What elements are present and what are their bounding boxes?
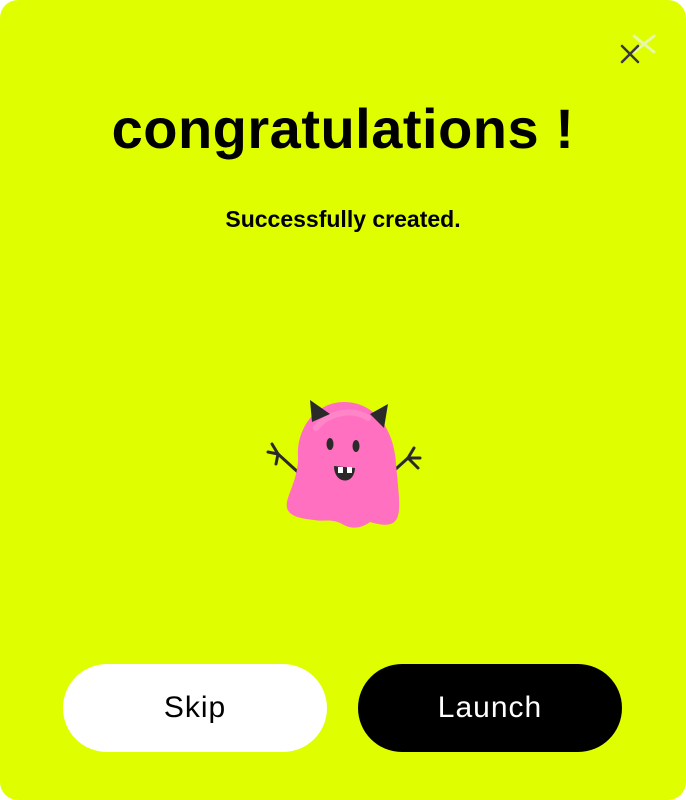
close-button[interactable]	[612, 32, 660, 80]
launch-button[interactable]: Launch	[358, 664, 622, 752]
dialog-title: congratulations !	[111, 97, 575, 160]
success-dialog: congratulations ! Successfully created. …	[0, 0, 686, 800]
close-icon	[620, 34, 656, 64]
dialog-subtitle: Successfully created.	[225, 206, 461, 232]
skip-button[interactable]: Skip	[63, 664, 327, 752]
pink-monster-mascot-icon	[266, 400, 422, 528]
